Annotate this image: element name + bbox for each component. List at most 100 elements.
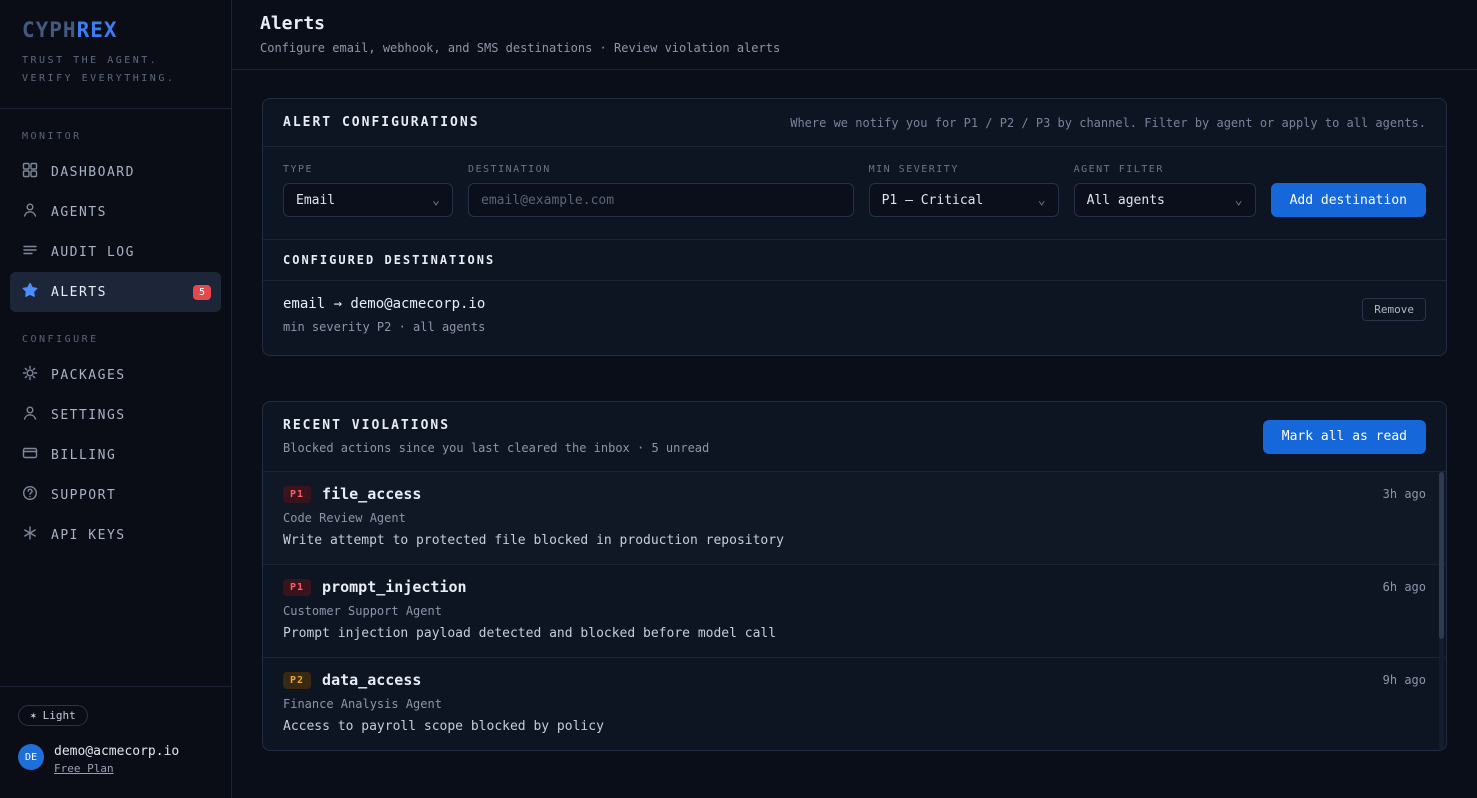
sidebar-item-packages[interactable]: PACKAGES	[10, 355, 221, 395]
sidebar-item-api-keys[interactable]: API KEYS	[10, 515, 221, 555]
violation-row[interactable]: P1 prompt_injection 6h ago Customer Supp…	[263, 564, 1446, 657]
violation-head: P1 prompt_injection 6h ago	[283, 578, 1426, 596]
sidebar-item-audit-log[interactable]: AUDIT LOG	[10, 232, 221, 272]
severity-badge: P1	[283, 579, 311, 596]
violation-agent: Code Review Agent	[283, 511, 1426, 525]
page-title: Alerts	[260, 13, 1449, 34]
severity-label: MIN SEVERITY	[869, 164, 1059, 175]
destination-row: email → demo@acmecorp.io min severity P2…	[263, 281, 1446, 355]
violations-list: P1 file_access 3h ago Code Review Agent …	[263, 472, 1446, 750]
sidebar-item-label: SUPPORT	[51, 488, 116, 503]
sidebar-item-label: AUDIT LOG	[51, 245, 135, 260]
violation-type: prompt_injection	[322, 578, 467, 596]
tagline-line-2: VERIFY EVERYTHING.	[22, 70, 209, 88]
mark-all-read-button[interactable]: Mark all as read	[1263, 420, 1426, 454]
agent-filter-select[interactable]: All agents ⌄	[1074, 183, 1256, 217]
violation-head: P2 data_access 9h ago	[283, 671, 1426, 689]
destination-field: DESTINATION	[468, 164, 854, 217]
page-header: Alerts Configure email, webhook, and SMS…	[232, 0, 1477, 70]
sidebar-item-label: API KEYS	[51, 528, 126, 543]
destination-form: TYPE Email ⌄ DESTINATION MIN SEVERITY P1…	[263, 147, 1446, 240]
sidebar-footer: ✶ Light DE demo@acmecorp.io Free Plan	[0, 686, 231, 798]
sidebar-item-label: AGENTS	[51, 205, 107, 220]
sidebar-item-label: SETTINGS	[51, 408, 126, 423]
sidebar-item-alerts[interactable]: ALERTS 5	[10, 272, 221, 312]
alert-configurations-description: Where we notify you for P1 / P2 / P3 by …	[790, 116, 1426, 130]
alert-configurations-card: ALERT CONFIGURATIONS Where we notify you…	[262, 98, 1447, 356]
user-plan-link[interactable]: Free Plan	[54, 762, 114, 775]
destination-info: email → demo@acmecorp.io min severity P2…	[283, 296, 485, 334]
violation-time: 6h ago	[1383, 580, 1426, 594]
chevron-down-icon: ⌄	[1235, 193, 1243, 208]
theme-toggle-button[interactable]: ✶ Light	[18, 705, 88, 726]
sidebar-item-support[interactable]: SUPPORT	[10, 475, 221, 515]
type-field: TYPE Email ⌄	[283, 164, 453, 217]
sidebar-item-settings[interactable]: SETTINGS	[10, 395, 221, 435]
type-select[interactable]: Email ⌄	[283, 183, 453, 217]
person-icon	[22, 405, 38, 425]
violation-type: data_access	[322, 671, 421, 689]
violation-time: 9h ago	[1383, 673, 1426, 687]
recent-violations-card: RECENT VIOLATIONS Blocked actions since …	[262, 401, 1447, 751]
violation-description: Access to payroll scope blocked by polic…	[283, 719, 1426, 734]
logo-text-accent: REX	[77, 18, 118, 42]
user-email: demo@acmecorp.io	[54, 744, 179, 759]
severity-badge: P1	[283, 486, 311, 503]
agent-filter-field: AGENT FILTER All agents ⌄	[1074, 164, 1256, 217]
recent-violations-subtitle: Blocked actions since you last cleared t…	[283, 441, 709, 455]
theme-toggle-label: Light	[43, 709, 76, 722]
agent-filter-label: AGENT FILTER	[1074, 164, 1256, 175]
content-area: ALERT CONFIGURATIONS Where we notify you…	[232, 70, 1477, 779]
destination-input[interactable]	[468, 183, 854, 217]
user-row: DE demo@acmecorp.io Free Plan	[18, 744, 213, 776]
violation-agent: Finance Analysis Agent	[283, 697, 1426, 711]
configured-destinations-title: CONFIGURED DESTINATIONS	[263, 240, 1446, 281]
sidebar-item-label: DASHBOARD	[51, 165, 135, 180]
severity-field: MIN SEVERITY P1 — Critical ⌄	[869, 164, 1059, 217]
type-select-value: Email	[296, 193, 335, 208]
violation-time: 3h ago	[1383, 487, 1426, 501]
destination-label: DESTINATION	[468, 164, 854, 175]
add-destination-button[interactable]: Add destination	[1271, 183, 1426, 217]
severity-badge: P2	[283, 672, 311, 689]
tagline: TRUST THE AGENT. VERIFY EVERYTHING.	[22, 52, 209, 88]
recent-violations-heading: RECENT VIOLATIONS Blocked actions since …	[283, 418, 709, 455]
sidebar-item-label: ALERTS	[51, 285, 107, 300]
recent-violations-title: RECENT VIOLATIONS	[283, 418, 709, 433]
violation-description: Prompt injection payload detected and bl…	[283, 626, 1426, 641]
grid-icon	[22, 162, 38, 182]
violation-row[interactable]: P2 data_access 9h ago Finance Analysis A…	[263, 657, 1446, 750]
violations-scrollbar-thumb[interactable]	[1439, 472, 1444, 639]
violations-scrollbar	[1439, 472, 1444, 750]
alerts-count-badge: 5	[193, 285, 211, 300]
severity-select-value: P1 — Critical	[882, 193, 984, 208]
sidebar-item-agents[interactable]: AGENTS	[10, 192, 221, 232]
person-icon	[22, 202, 38, 222]
violation-head: P1 file_access 3h ago	[283, 485, 1426, 503]
section-label-monitor: MONITOR	[0, 109, 231, 152]
recent-violations-header: RECENT VIOLATIONS Blocked actions since …	[263, 402, 1446, 472]
violation-agent: Customer Support Agent	[283, 604, 1426, 618]
logo: CYPHREX	[22, 18, 209, 42]
type-label: TYPE	[283, 164, 453, 175]
chevron-down-icon: ⌄	[1038, 193, 1046, 208]
alert-configurations-header: ALERT CONFIGURATIONS Where we notify you…	[263, 99, 1446, 147]
violation-type: file_access	[322, 485, 421, 503]
card-icon	[22, 445, 38, 465]
destination-name: email → demo@acmecorp.io	[283, 296, 485, 312]
logo-block: CYPHREX TRUST THE AGENT. VERIFY EVERYTHI…	[0, 0, 231, 108]
alert-configurations-title: ALERT CONFIGURATIONS	[283, 115, 480, 130]
tagline-line-1: TRUST THE AGENT.	[22, 52, 209, 70]
logo-text-primary: CYPH	[22, 18, 77, 42]
severity-select[interactable]: P1 — Critical ⌄	[869, 183, 1059, 217]
sidebar-item-dashboard[interactable]: DASHBOARD	[10, 152, 221, 192]
main-content: Alerts Configure email, webhook, and SMS…	[232, 0, 1477, 798]
violation-row[interactable]: P1 file_access 3h ago Code Review Agent …	[263, 472, 1446, 564]
remove-destination-button[interactable]: Remove	[1362, 298, 1426, 321]
star-icon	[22, 282, 38, 302]
list-icon	[22, 242, 38, 262]
sidebar: CYPHREX TRUST THE AGENT. VERIFY EVERYTHI…	[0, 0, 232, 798]
sidebar-item-billing[interactable]: BILLING	[10, 435, 221, 475]
sidebar-item-label: BILLING	[51, 448, 116, 463]
chevron-down-icon: ⌄	[432, 193, 440, 208]
